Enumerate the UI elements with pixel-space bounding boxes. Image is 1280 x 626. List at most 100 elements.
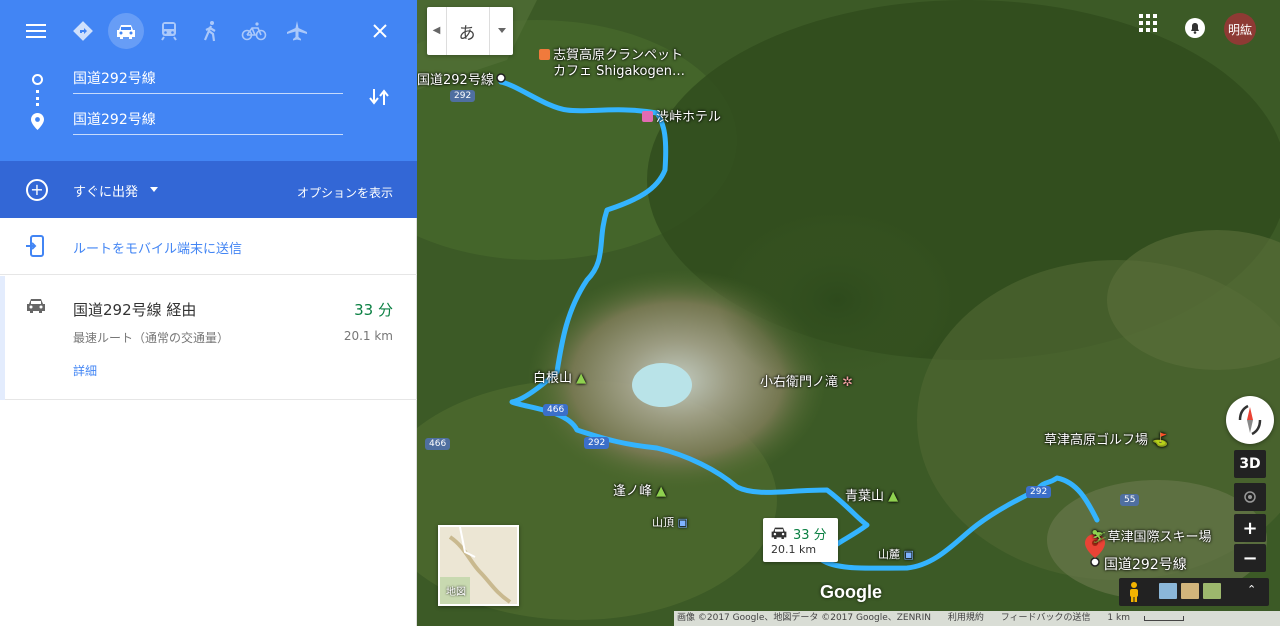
poi-golf[interactable]: 草津高原ゴルフ場 ⛳ — [1044, 429, 1168, 448]
show-options-link[interactable]: オプションを表示 — [297, 184, 393, 201]
layer-thumbnail-3[interactable] — [1203, 583, 1221, 599]
add-destination-icon[interactable]: + — [26, 179, 48, 201]
bubble-duration: 33 分 — [793, 528, 827, 543]
map-copyright: 画像 ©2017 Google、地図データ ©2017 Google、ZENRI… — [677, 613, 931, 623]
road-shield: 466 — [543, 404, 569, 416]
origin-field[interactable]: 国道292号線 — [73, 68, 343, 94]
road-shield: 292 — [584, 437, 610, 449]
layer-thumbnail-1[interactable] — [1159, 583, 1177, 599]
car-icon — [770, 525, 788, 544]
send-to-mobile-row[interactable]: ルートをモバイル端末に送信 — [0, 218, 417, 275]
mountain-icon: ▲ — [576, 371, 587, 386]
poi-sancho-name: 山頂 — [652, 516, 674, 529]
route-description: 最速ルート（通常の交通量） — [73, 331, 230, 345]
mountain-icon: ▲ — [656, 484, 667, 499]
compass-control[interactable] — [1226, 396, 1274, 444]
poi-hotel[interactable]: 渋峠ホテル — [642, 106, 721, 125]
pegman-icon[interactable] — [1127, 581, 1141, 607]
menu-icon[interactable] — [19, 14, 53, 48]
poi-aobayama-name: 青葉山 — [845, 489, 885, 504]
poi-sanroku-name: 山麓 — [878, 548, 900, 561]
swap-icon[interactable] — [368, 86, 390, 112]
directions-mode-best-icon[interactable] — [66, 14, 100, 48]
poi-koemon[interactable]: 小右衛門ノ滝 ✲ — [760, 371, 853, 390]
golf-icon: ⛳ — [1152, 433, 1169, 448]
zoom-in-button[interactable]: + — [1234, 514, 1266, 542]
close-icon[interactable] — [363, 14, 397, 48]
selected-route-accent — [0, 276, 5, 400]
poi-sancho[interactable]: 山頂 ▣ — [652, 514, 688, 530]
poi-koemon-name: 小右衛門ノ滝 — [760, 375, 839, 390]
ime-dropdown-icon[interactable] — [489, 7, 513, 55]
layers-bar: ⌃ — [1119, 578, 1269, 606]
feedback-link[interactable]: フィードバックの送信 — [1001, 613, 1091, 623]
account-avatar[interactable]: 明紘 — [1224, 13, 1256, 45]
route-option-card[interactable]: 国道292号線 経由 33 分 最速ルート（通常の交通量） 20.1 km 詳細 — [0, 276, 417, 400]
compass-icon — [1238, 404, 1262, 436]
road-shield: 292 — [1026, 486, 1052, 498]
ropeway-icon: ▣ — [677, 516, 688, 529]
minimap-label: 地図 — [446, 587, 466, 598]
send-to-device-icon — [25, 235, 45, 261]
send-to-mobile-link[interactable]: ルートをモバイル端末に送信 — [73, 238, 242, 257]
scale-bar — [1144, 616, 1184, 621]
poi-hotel-name: 渋峠ホテル — [656, 110, 722, 125]
poi-aonomine[interactable]: 逢ノ峰 ▲ — [613, 480, 666, 499]
scale-label: 1 km — [1107, 613, 1130, 623]
route-name: 国道292号線 経由 — [73, 301, 197, 319]
destination-pin-icon — [31, 113, 44, 134]
ime-mode-label[interactable]: あ — [449, 19, 485, 44]
poi-aonomine-name: 逢ノ峰 — [613, 484, 653, 499]
bubble-distance: 20.1 km — [771, 543, 817, 556]
zoom-out-button[interactable]: − — [1234, 544, 1266, 572]
destination-field[interactable]: 国道292号線 — [73, 109, 343, 135]
cafe-icon — [539, 49, 550, 60]
hotel-icon — [642, 111, 653, 122]
expand-layers-icon[interactable]: ⌃ — [1247, 583, 1256, 596]
poi-sanroku[interactable]: 山麓 ▣ — [878, 546, 914, 562]
destination-marker-label: 国道292号線 — [1104, 557, 1187, 573]
mode-walking-icon[interactable] — [194, 14, 228, 48]
road-shield: 466 — [425, 438, 451, 450]
route-dots-icon — [36, 90, 39, 106]
poi-aobayama[interactable]: 青葉山 ▲ — [845, 485, 898, 504]
poi-ski[interactable]: ⛷草津国際スキー場 — [1091, 526, 1212, 545]
map-type-toggle[interactable]: 地図 — [438, 525, 519, 606]
ime-toggle-control[interactable]: ◀ あ — [427, 7, 513, 55]
mode-driving-icon[interactable] — [108, 13, 144, 49]
poi-shirane[interactable]: 白根山 ▲ — [533, 367, 586, 386]
google-logo: Google — [820, 582, 882, 602]
road-shield: 55 — [1120, 494, 1140, 506]
mode-cycling-icon[interactable] — [237, 14, 271, 48]
waterfall-icon: ✲ — [842, 375, 854, 390]
car-icon — [25, 296, 47, 318]
chevron-down-icon[interactable] — [150, 187, 158, 192]
directions-header: 国道292号線 国道292号線 — [0, 0, 417, 161]
collapse-panel-icon[interactable]: ◀ — [427, 7, 447, 55]
route-details-link[interactable]: 詳細 — [73, 362, 97, 379]
apps-grid-icon[interactable] — [1139, 14, 1157, 32]
ski-icon: ⛷ — [1091, 530, 1108, 545]
satellite-map[interactable]: ◀ あ 明紘 志賀高原クランペット カフェ Shigakogen… 国道292号… — [417, 0, 1280, 626]
my-location-button[interactable] — [1234, 483, 1266, 511]
my-location-icon — [1244, 491, 1256, 503]
attribution-bar: 画像 ©2017 Google、地図データ ©2017 Google、ZENRI… — [674, 611, 1280, 626]
depart-time-dropdown[interactable]: すぐに出発 — [73, 181, 138, 200]
mode-flight-icon[interactable] — [280, 14, 314, 48]
depart-time-bar: + すぐに出発 オプションを表示 — [0, 161, 417, 218]
poi-cafe-name-2: カフェ Shigakogen… — [553, 64, 685, 79]
ropeway-icon: ▣ — [903, 548, 914, 561]
notifications-bell-icon[interactable] — [1184, 17, 1206, 39]
tilt-3d-button[interactable]: 3D — [1234, 450, 1266, 478]
mode-transit-icon[interactable] — [152, 14, 186, 48]
route-duration: 33 分 — [354, 301, 393, 319]
directions-panel: 国道292号線 国道292号線 + すぐに出発 オプションを表示 ルートをモバイ… — [0, 0, 417, 626]
mountain-icon: ▲ — [888, 489, 899, 504]
route-info-bubble[interactable]: 33 分 20.1 km — [763, 518, 838, 562]
poi-golf-name: 草津高原ゴルフ場 — [1044, 433, 1149, 448]
poi-shirane-name: 白根山 — [533, 371, 573, 386]
layer-thumbnail-2[interactable] — [1181, 583, 1199, 599]
road-shield: 292 — [450, 90, 476, 102]
route-distance: 20.1 km — [343, 329, 393, 343]
terms-link[interactable]: 利用規約 — [948, 613, 984, 623]
